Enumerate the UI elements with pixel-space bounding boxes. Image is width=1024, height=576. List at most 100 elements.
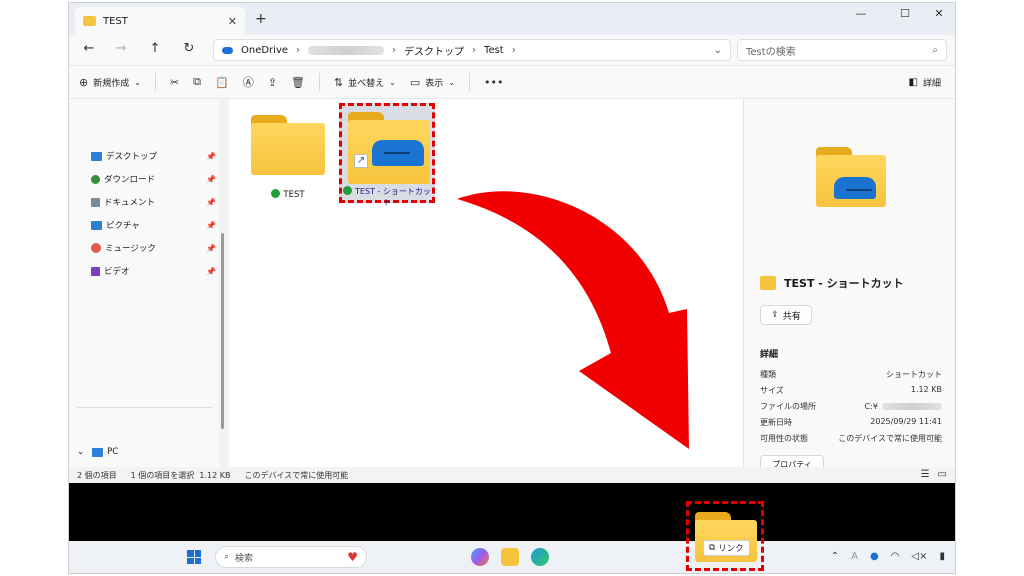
- video-icon: [91, 266, 100, 276]
- new-button[interactable]: ⊕ 新規作成 ⌄: [79, 76, 141, 89]
- sidebar-scrollbar[interactable]: [221, 233, 224, 429]
- folder-icon: [760, 276, 776, 290]
- up-arrow-icon[interactable]: ↑: [145, 41, 165, 56]
- system-tray: ⌃ A ● ◠ ◁× ▮: [831, 551, 945, 562]
- sidebar-item-label: ドキュメント: [104, 198, 156, 208]
- tab-title: TEST: [103, 15, 128, 27]
- pin-icon: 📌: [206, 197, 216, 207]
- search-input[interactable]: Testの検索 ⌕: [737, 39, 947, 61]
- details-value: ショートカット: [886, 370, 942, 379]
- chevron-right-icon: ›: [296, 44, 301, 56]
- file-name: TEST: [283, 190, 305, 200]
- sync-check-icon: [271, 189, 281, 198]
- delete-button[interactable]: 🗑: [291, 76, 305, 89]
- view-label: 表示: [425, 78, 444, 89]
- details-value: 2025/09/29 11:41: [870, 417, 942, 426]
- search-icon: ⌕: [224, 552, 230, 562]
- view-toggle: ☰ ▭: [921, 469, 947, 480]
- folder-shortcut-icon: ↗: [348, 112, 430, 184]
- breadcrumb-onedrive[interactable]: OneDrive: [241, 45, 288, 56]
- new-label: 新規作成: [93, 78, 130, 89]
- document-overlay-icon: [372, 140, 424, 166]
- back-arrow-icon[interactable]: ←: [79, 41, 99, 56]
- details-key: 種類: [760, 370, 776, 379]
- picture-icon: [91, 220, 102, 230]
- command-bar: ⊕ 新規作成 ⌄ ✂ ⧉ 📋 Ⓐ ⇪ 🗑 ⇅ 並べ替え ⌄ ▭ 表示 ⌄ •••…: [69, 65, 955, 99]
- file-name: TEST - ショートカット: [355, 187, 431, 207]
- view-button[interactable]: ▭ 表示 ⌄: [410, 76, 455, 89]
- chevron-down-icon: ⌄: [77, 447, 85, 457]
- forward-arrow-icon[interactable]: →: [111, 41, 131, 56]
- share-icon: ⇪: [771, 310, 779, 320]
- drag-tooltip: ⧉ リンク: [703, 540, 750, 556]
- more-button[interactable]: •••: [484, 76, 503, 89]
- share-button[interactable]: ⇪: [268, 76, 277, 89]
- search-placeholder: Testの検索: [746, 46, 796, 58]
- onedrive-tray-icon[interactable]: ●: [870, 551, 879, 562]
- sidebar-item-music[interactable]: ミュージック 📌: [91, 239, 216, 257]
- address-bar[interactable]: OneDrive › › デスクトップ › Test › ⌄: [213, 39, 731, 61]
- details-value: 1.12 KB: [910, 385, 942, 394]
- new-tab-button[interactable]: +: [255, 11, 267, 27]
- sidebar-item-downloads[interactable]: ダウンロード 📌: [91, 170, 216, 188]
- tile-view-icon[interactable]: ▭: [938, 469, 947, 480]
- rename-button[interactable]: Ⓐ: [243, 74, 254, 90]
- status-item-count: 2 個の項目: [77, 470, 117, 480]
- document-overlay-icon: [834, 177, 876, 199]
- pin-icon: 📌: [206, 243, 216, 253]
- file-explorer-taskbar-icon[interactable]: [501, 548, 519, 566]
- chevron-down-icon: ⌄: [134, 77, 141, 87]
- sort-button[interactable]: ⇅ 並べ替え ⌄: [334, 76, 396, 89]
- cut-button[interactable]: ✂: [170, 76, 179, 89]
- sidebar-item-pc[interactable]: ⌄ PC: [77, 443, 202, 461]
- minimize-button[interactable]: —: [847, 7, 875, 20]
- battery-icon[interactable]: ▮: [939, 551, 945, 562]
- paste-button[interactable]: 📋: [215, 76, 229, 89]
- sync-check-icon: [343, 186, 353, 195]
- close-button[interactable]: ✕: [925, 7, 953, 20]
- share-icon: ⇪: [267, 75, 277, 89]
- drag-ghost-highlight: ⧉ リンク: [686, 501, 764, 571]
- folder-icon: [251, 115, 325, 175]
- shortcut-arrow-icon: ↗: [354, 154, 368, 168]
- speaker-icon[interactable]: ◁×: [911, 551, 927, 562]
- tab-close-icon[interactable]: ✕: [228, 15, 237, 28]
- file-item-test-folder[interactable]: TEST: [243, 115, 333, 200]
- pin-icon: 📌: [206, 266, 216, 276]
- tab-test[interactable]: TEST ✕: [75, 7, 245, 35]
- trash-icon: 🗑: [290, 75, 305, 89]
- maximize-button[interactable]: ☐: [891, 7, 919, 20]
- sidebar-item-videos[interactable]: ビデオ 📌: [91, 262, 216, 280]
- sidebar-item-pictures[interactable]: ピクチャ 📌: [91, 216, 216, 234]
- share-button[interactable]: ⇪ 共有: [760, 305, 812, 325]
- desktop-icon: [91, 151, 102, 161]
- divider: [468, 73, 470, 91]
- breadcrumb-desktop[interactable]: デスクトップ: [404, 43, 464, 58]
- breadcrumb-test[interactable]: Test: [484, 45, 504, 56]
- list-view-icon[interactable]: ☰: [921, 469, 930, 480]
- stage: TEST ✕ + — ☐ ✕ ← → ↑ ↻ OneDrive › › デスクト…: [0, 0, 1024, 576]
- ime-icon[interactable]: A: [851, 551, 858, 562]
- sidebar-item-documents[interactable]: ドキュメント 📌: [91, 193, 216, 211]
- wifi-icon[interactable]: ◠: [891, 551, 900, 562]
- preview-folder-shortcut-icon: [816, 147, 886, 207]
- edge-icon[interactable]: [531, 548, 549, 566]
- pin-icon: 📌: [206, 151, 216, 161]
- taskbar-search-box[interactable]: ⌕ 検索 ♥: [215, 546, 367, 568]
- details-key: 可用性の状態: [760, 434, 808, 443]
- search-highlight-icon: ♥: [347, 550, 358, 564]
- file-item-shortcut-highlight[interactable]: ↗ TEST - ショートカット: [339, 103, 435, 207]
- sidebar-item-desktop[interactable]: デスクトップ 📌: [91, 147, 216, 165]
- copy-button[interactable]: ⧉: [193, 75, 201, 89]
- refresh-icon[interactable]: ↻: [179, 41, 199, 56]
- drag-tooltip-label: リンク: [718, 544, 744, 554]
- chevron-up-icon[interactable]: ⌃: [831, 551, 839, 562]
- start-button[interactable]: [187, 550, 201, 564]
- sort-icon: ⇅: [333, 75, 344, 89]
- chevron-down-icon[interactable]: ⌄: [714, 45, 722, 56]
- music-icon: [91, 243, 101, 253]
- details-pane-button[interactable]: ◧ 詳細: [909, 76, 941, 89]
- divider: [318, 73, 320, 91]
- sidebar-item-label: ダウンロード: [104, 175, 156, 185]
- copilot-icon[interactable]: [471, 548, 489, 566]
